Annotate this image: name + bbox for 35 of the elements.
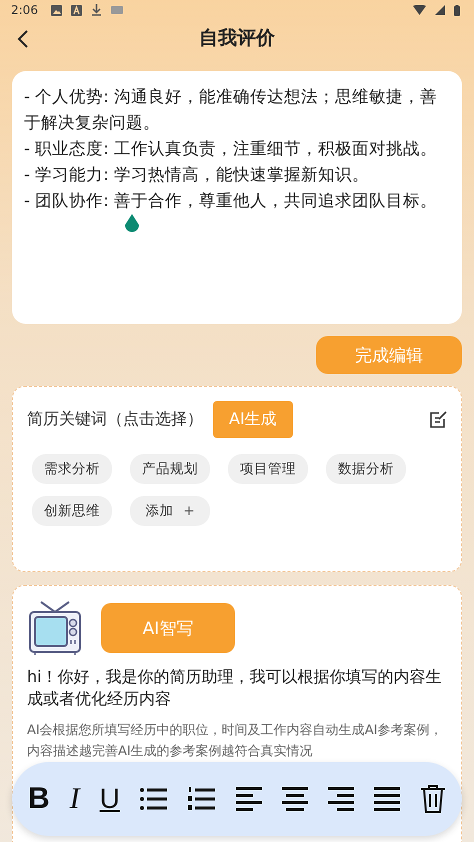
font-icon (70, 4, 82, 16)
section-title: 简历关键词（点击选择） (27, 409, 203, 430)
editor-line: - 团队协作: 善于合作，尊重他人，共同追求团队目标。 (24, 190, 438, 212)
delete-button[interactable] (420, 784, 446, 814)
text-editor[interactable]: - 个人优势: 沟通良好，能准确传达想法；思维敏捷，善于解决复杂问题。 - 职业态度: 工作认真负责，注重细节，积极面对挑战。 - 学习能力: 学习热情高，能快速掌握新知识。 - 团队协作: 善于合作，尊重他人，共同追求团队目标。 (12, 71, 462, 324)
bold-button[interactable]: B (28, 782, 50, 816)
greeting-text: hi！你好，我是你的简历助理，我可以根据你填写的内容生成或者优化经历内容 (27, 666, 443, 710)
status-time: 2:06 (11, 3, 38, 17)
align-left-button[interactable] (236, 787, 262, 811)
justify-button[interactable] (374, 787, 400, 811)
bullet-list-button[interactable] (140, 787, 168, 811)
wifi-icon (413, 5, 426, 15)
tv-icon (27, 600, 83, 656)
editor-line: - 学习能力: 学习热情高，能快速掌握新知识。 (24, 164, 370, 186)
description-text: AI会根据您所填写经历中的职位，时间及工作内容自动生成AI参考案例，内容描述越完善AI生成的参考案例越符合真实情况 (27, 722, 444, 761)
edit-icon[interactable] (429, 410, 447, 428)
align-right-button[interactable] (328, 787, 354, 811)
keyword-chip[interactable]: 产品规划 (130, 454, 210, 484)
editor-line: - 个人优势: 沟通良好，能准确传达想法；思维敏捷，善于解决复杂问题。 (24, 86, 438, 134)
underline-button[interactable]: U (100, 783, 120, 815)
back-icon[interactable] (17, 30, 29, 48)
image-icon (50, 4, 62, 16)
page-title: 自我评价 (199, 26, 275, 51)
editor-line: - 职业态度: 工作认真负责，注重细节，积极面对挑战。 (24, 138, 438, 160)
keyword-chip[interactable]: 数据分析 (326, 454, 406, 484)
numbered-list-button[interactable] (188, 787, 216, 811)
download-icon (90, 4, 102, 16)
keyword-chip[interactable]: 创新思维 (32, 496, 112, 526)
italic-button[interactable]: I (70, 782, 80, 816)
signal-icon (435, 5, 445, 15)
align-center-button[interactable] (282, 787, 308, 811)
battery-icon (454, 4, 460, 16)
add-keyword-button[interactable]: 添加 + (130, 496, 210, 526)
keyword-chip[interactable]: 需求分析 (32, 454, 112, 484)
keyword-chip[interactable]: 项目管理 (228, 454, 308, 484)
